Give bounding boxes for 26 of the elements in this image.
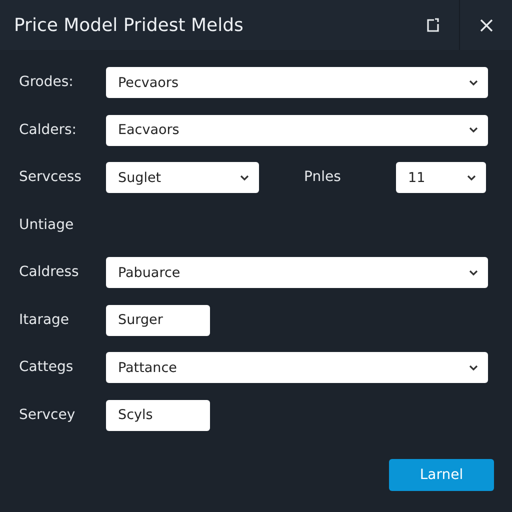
field-label: Calders: <box>19 120 78 140</box>
window-title: Price Model Pridest Melds <box>14 14 244 38</box>
dropdown[interactable]: 11 <box>396 162 486 194</box>
field-label: Servcess <box>19 168 82 188</box>
field-label: Grodes: <box>19 73 74 92</box>
field-label: Itarage <box>19 310 70 330</box>
field-label: Caldress <box>19 263 80 282</box>
chevron-icon <box>467 174 476 181</box>
chevron-icon <box>469 270 478 276</box>
chevron-icon <box>469 364 478 371</box>
dropdown[interactable]: Suglet <box>106 162 259 194</box>
chevron-icon <box>469 127 478 134</box>
input-field[interactable]: Surger <box>106 304 210 336</box>
popout-icon <box>426 18 440 32</box>
field-label: Servcey <box>19 406 76 425</box>
field-label: Pnles <box>304 168 342 188</box>
section-label: Untiage <box>19 216 74 235</box>
dropdown[interactable]: Pecvaors <box>106 67 488 98</box>
dropdown[interactable]: Pattance <box>106 352 488 384</box>
dropdown[interactable]: Eacvaors <box>106 114 488 146</box>
field-label: Cattegs <box>19 358 74 378</box>
chevron-icon <box>469 80 478 86</box>
input-field[interactable]: Scyls <box>106 400 210 431</box>
close-icon <box>480 18 492 32</box>
dropdown[interactable]: Pabuarce <box>106 257 488 288</box>
chevron-icon <box>240 174 249 181</box>
